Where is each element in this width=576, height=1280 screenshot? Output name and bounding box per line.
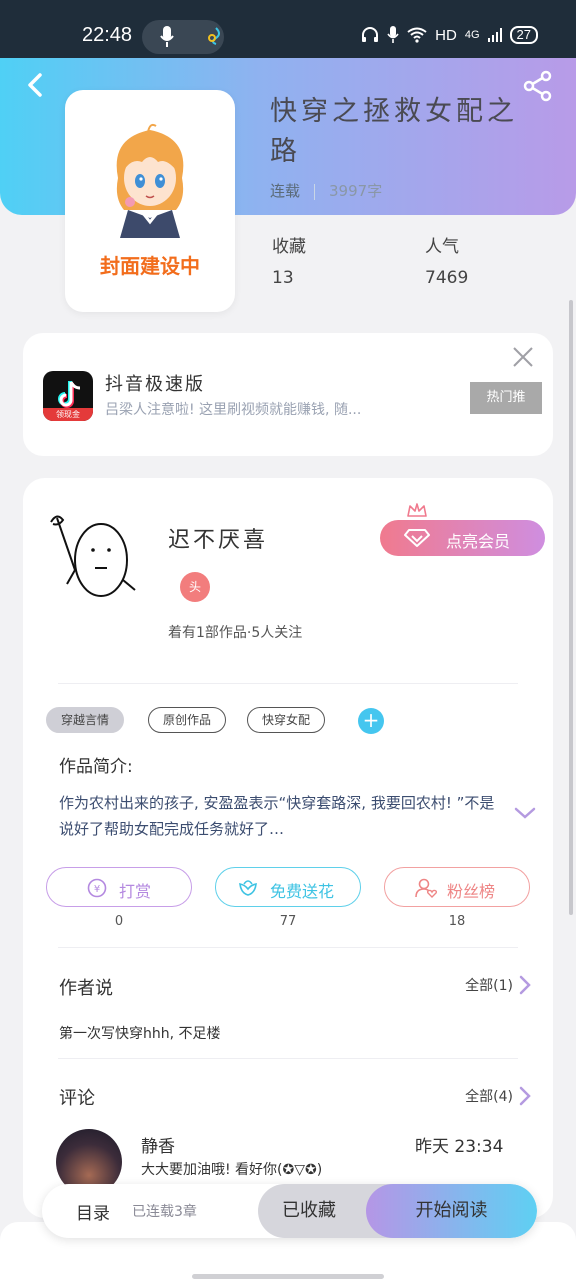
tag-chip[interactable]: 快穿女配: [247, 707, 326, 733]
start-reading-button[interactable]: 开始阅读: [366, 1184, 537, 1238]
fan-ranking-label: 粉丝榜: [447, 882, 496, 901]
ad-tag[interactable]: 热门推: [470, 382, 542, 414]
scrollbar[interactable]: [569, 300, 573, 915]
assistant-icon: [208, 27, 220, 45]
svg-text:¥: ¥: [94, 884, 100, 895]
comments-title: 评论: [59, 1088, 95, 1109]
status-icons: HD 4G 27: [361, 26, 538, 44]
tip-count: 0: [114, 914, 124, 929]
clock: 22:48: [82, 24, 133, 46]
home-indicator[interactable]: [192, 1274, 384, 1279]
favorites-label: 收藏: [272, 237, 306, 257]
back-icon[interactable]: [22, 70, 52, 100]
book-cover[interactable]: 封面建设中: [65, 90, 235, 312]
book-detail-card: 迟不厌喜 头 着有1部作品·5人关注 点亮会员 穿越言情 原创作品 快穿女配 +…: [23, 478, 553, 1218]
flower-icon: [239, 880, 257, 896]
popularity-value: 7469: [425, 268, 469, 288]
comment-time: 昨天 23:34: [415, 1137, 504, 1157]
mic-status-icon: [387, 26, 399, 43]
ad-banner[interactable]: 领现金 抖音极速版 吕梁人注意啦! 这里刷视频就能赚钱, 随... 热门推: [23, 333, 553, 456]
intro-title: 作品简介:: [59, 757, 133, 777]
author-says-text: 第一次写快穿hhh, 不足楼: [59, 1026, 221, 1042]
ad-description: 吕梁人注意啦! 这里刷视频就能赚钱, 随...: [105, 402, 362, 418]
send-flower-label: 免费送花: [270, 882, 335, 901]
signal-icon: [487, 28, 502, 42]
send-flower-button[interactable]: 免费送花: [215, 867, 361, 907]
tag-chip[interactable]: 原创作品: [148, 707, 227, 733]
author-says-more[interactable]: 全部(1): [465, 975, 531, 995]
fan-icon: [415, 878, 437, 898]
divider: [58, 683, 518, 684]
ad-title: 抖音极速版: [105, 374, 205, 395]
tag-chip[interactable]: 穿越言情: [46, 707, 125, 733]
vip-button-label: 点亮会员: [446, 532, 511, 551]
tip-button[interactable]: ¥ 打赏: [46, 867, 192, 907]
wifi-icon: [407, 27, 427, 43]
table-of-contents-button[interactable]: 目录: [76, 1199, 110, 1224]
chevron-down-icon[interactable]: [514, 806, 536, 820]
author-level-badge: 头: [180, 572, 210, 602]
chapter-count: 已连载3章: [132, 1204, 197, 1220]
diamond-icon: [404, 529, 430, 547]
cover-placeholder-text: 封面建设中: [100, 254, 200, 278]
intro-text: 作为农村出来的孩子, 安盈盈表示“快穿套路深, 我要回农村! ”不是说好了帮助女…: [59, 794, 495, 838]
comment-text: 大大要加油哦! 看好你(✪▽✪): [141, 1162, 323, 1178]
author-name[interactable]: 迟不厌喜: [168, 522, 268, 554]
headset-icon: [362, 27, 379, 42]
crown-icon: [407, 503, 427, 517]
vip-button[interactable]: 点亮会员: [380, 520, 545, 556]
favorites-value: 13: [272, 268, 294, 288]
add-tag-button[interactable]: +: [358, 708, 384, 734]
close-icon[interactable]: [511, 345, 535, 369]
bottom-action-bar: 目录 已连载3章 已收藏 开始阅读: [42, 1184, 537, 1238]
book-status: 连载: [270, 182, 301, 200]
comments-more[interactable]: 全部(4): [465, 1086, 531, 1106]
book-title: 快穿之拯救女配之路: [270, 96, 518, 167]
ad-icon-badge: 领现金: [43, 408, 93, 421]
flower-count: 77: [279, 914, 297, 929]
douyin-app-icon: 领现金: [43, 371, 93, 421]
meta-divider: [314, 183, 316, 200]
divider: [58, 1058, 518, 1059]
microphone-icon: [160, 26, 174, 47]
word-count: 3997字: [329, 182, 383, 200]
network-type: HD: [435, 26, 457, 44]
fan-count: 18: [448, 914, 466, 929]
divider: [58, 947, 518, 948]
coin-icon: ¥: [87, 878, 107, 898]
book-meta: 连载 3997字: [270, 180, 382, 201]
author-says-title: 作者说: [59, 978, 113, 999]
author-stats: 着有1部作品·5人关注: [168, 625, 303, 641]
popularity-label: 人气: [425, 237, 459, 257]
tip-label: 打赏: [119, 882, 152, 901]
fan-ranking-button[interactable]: 粉丝榜: [384, 867, 530, 907]
cover-illustration: [116, 123, 184, 238]
author-says-more-label: 全部(1): [465, 978, 513, 994]
battery-level: 27: [509, 26, 538, 44]
signal-type: 4G: [464, 29, 480, 41]
comments-more-label: 全部(4): [465, 1089, 513, 1105]
commenter-name[interactable]: 静香: [141, 1132, 175, 1157]
chevron-right-icon: [519, 975, 531, 995]
author-avatar[interactable]: [43, 510, 139, 600]
chevron-right-icon: [519, 1086, 531, 1106]
